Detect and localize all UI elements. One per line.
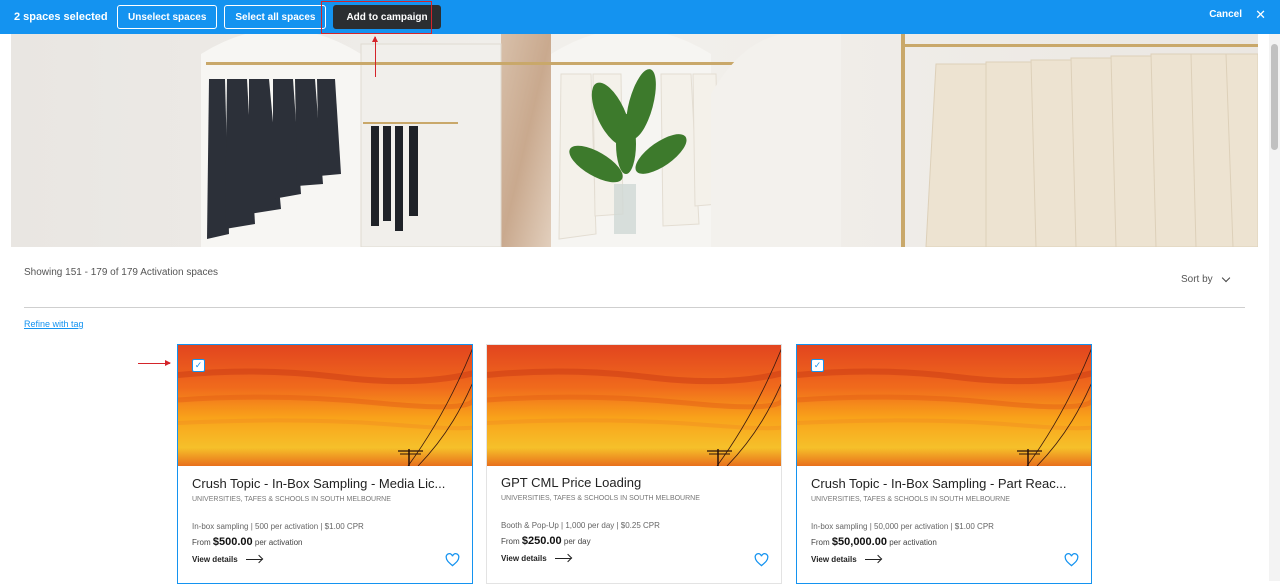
selected-count: 2 spaces selected xyxy=(14,11,108,23)
price-suffix: per activation xyxy=(254,538,303,547)
card-category: UNIVERSITIES, TAFES & SCHOOLS in SOUTH M… xyxy=(501,495,700,502)
view-details-link[interactable]: View details xyxy=(192,555,262,564)
view-details-link[interactable]: View details xyxy=(501,554,571,563)
heart-outline-icon[interactable] xyxy=(1064,553,1079,567)
arrow-right-icon xyxy=(864,559,881,560)
price-suffix: per activation xyxy=(889,538,937,547)
price-suffix: per day xyxy=(563,537,591,546)
card-image xyxy=(178,345,472,466)
select-all-spaces-button[interactable]: Select all spaces xyxy=(224,5,327,29)
selection-toolbar: 2 spaces selected Unselect spaces Select… xyxy=(0,0,1280,34)
boutique-interior-illustration xyxy=(11,34,1258,247)
card-title[interactable]: Crush Topic - In-Box Sampling - Part Rea… xyxy=(811,476,1083,491)
card-price: From $250.00 per day xyxy=(501,535,591,547)
sort-by-label: Sort by xyxy=(1181,274,1213,285)
price-prefix: From xyxy=(501,537,520,546)
card-image xyxy=(487,345,781,466)
price-prefix: From xyxy=(811,538,830,547)
view-details-label: View details xyxy=(501,554,547,563)
arrow-right-icon xyxy=(245,559,262,560)
refine-with-tag-link[interactable]: Refine with tag xyxy=(24,319,84,329)
hero-image xyxy=(11,34,1258,247)
checkbox-checked-icon[interactable]: ✓ xyxy=(192,359,205,372)
arrow-right-icon xyxy=(554,558,571,559)
checkbox-checked-icon[interactable]: ✓ xyxy=(811,359,824,372)
view-details-label: View details xyxy=(192,555,238,564)
card-meta: Booth & Pop-Up | 1,000 per day | $0.25 C… xyxy=(501,521,660,530)
card-price: From $50,000.00 per activation xyxy=(811,536,937,548)
annotation-arrow-up xyxy=(372,36,378,77)
space-card[interactable]: ✓ Crush Topic - In-Box Sampling - Part R… xyxy=(796,344,1092,584)
card-meta: In-box sampling | 500 per activation | $… xyxy=(192,522,364,531)
card-image xyxy=(797,345,1091,466)
heart-outline-icon[interactable] xyxy=(445,553,460,567)
card-category: UNIVERSITIES, TAFES & SCHOOLS in SOUTH M… xyxy=(192,496,391,503)
price-value: $250.00 xyxy=(521,535,562,547)
divider xyxy=(24,307,1245,308)
annotation-arrow-right xyxy=(138,360,171,366)
sort-by-dropdown[interactable]: Sort by xyxy=(1181,273,1230,285)
space-card[interactable]: GPT CML Price Loading UNIVERSITIES, TAFE… xyxy=(486,344,782,584)
view-details-label: View details xyxy=(811,555,857,564)
card-meta: In-box sampling | 50,000 per activation … xyxy=(811,522,994,531)
unselect-spaces-button[interactable]: Unselect spaces xyxy=(117,5,218,29)
card-category: UNIVERSITIES, TAFES & SCHOOLS in SOUTH M… xyxy=(811,496,1010,503)
card-price: From $500.00 per activation xyxy=(192,536,303,548)
scrollbar-thumb[interactable] xyxy=(1271,44,1278,150)
card-title[interactable]: GPT CML Price Loading xyxy=(501,475,773,490)
cancel-link[interactable]: Cancel xyxy=(1209,9,1242,20)
card-title[interactable]: Crush Topic - In-Box Sampling - Media Li… xyxy=(192,476,464,491)
results-count: Showing 151 - 179 of 179 Activation spac… xyxy=(24,267,219,278)
price-prefix: From xyxy=(192,538,211,547)
price-value: $500.00 xyxy=(212,536,253,548)
view-details-link[interactable]: View details xyxy=(811,555,881,564)
chevron-down-icon xyxy=(1221,273,1230,282)
price-value: $50,000.00 xyxy=(831,536,887,548)
highlight-annotation xyxy=(321,1,432,34)
heart-outline-icon[interactable] xyxy=(754,553,769,567)
close-icon[interactable]: ✕ xyxy=(1255,7,1266,23)
space-card[interactable]: ✓ Crush Topic - In-Box Sampling - Media … xyxy=(177,344,473,584)
